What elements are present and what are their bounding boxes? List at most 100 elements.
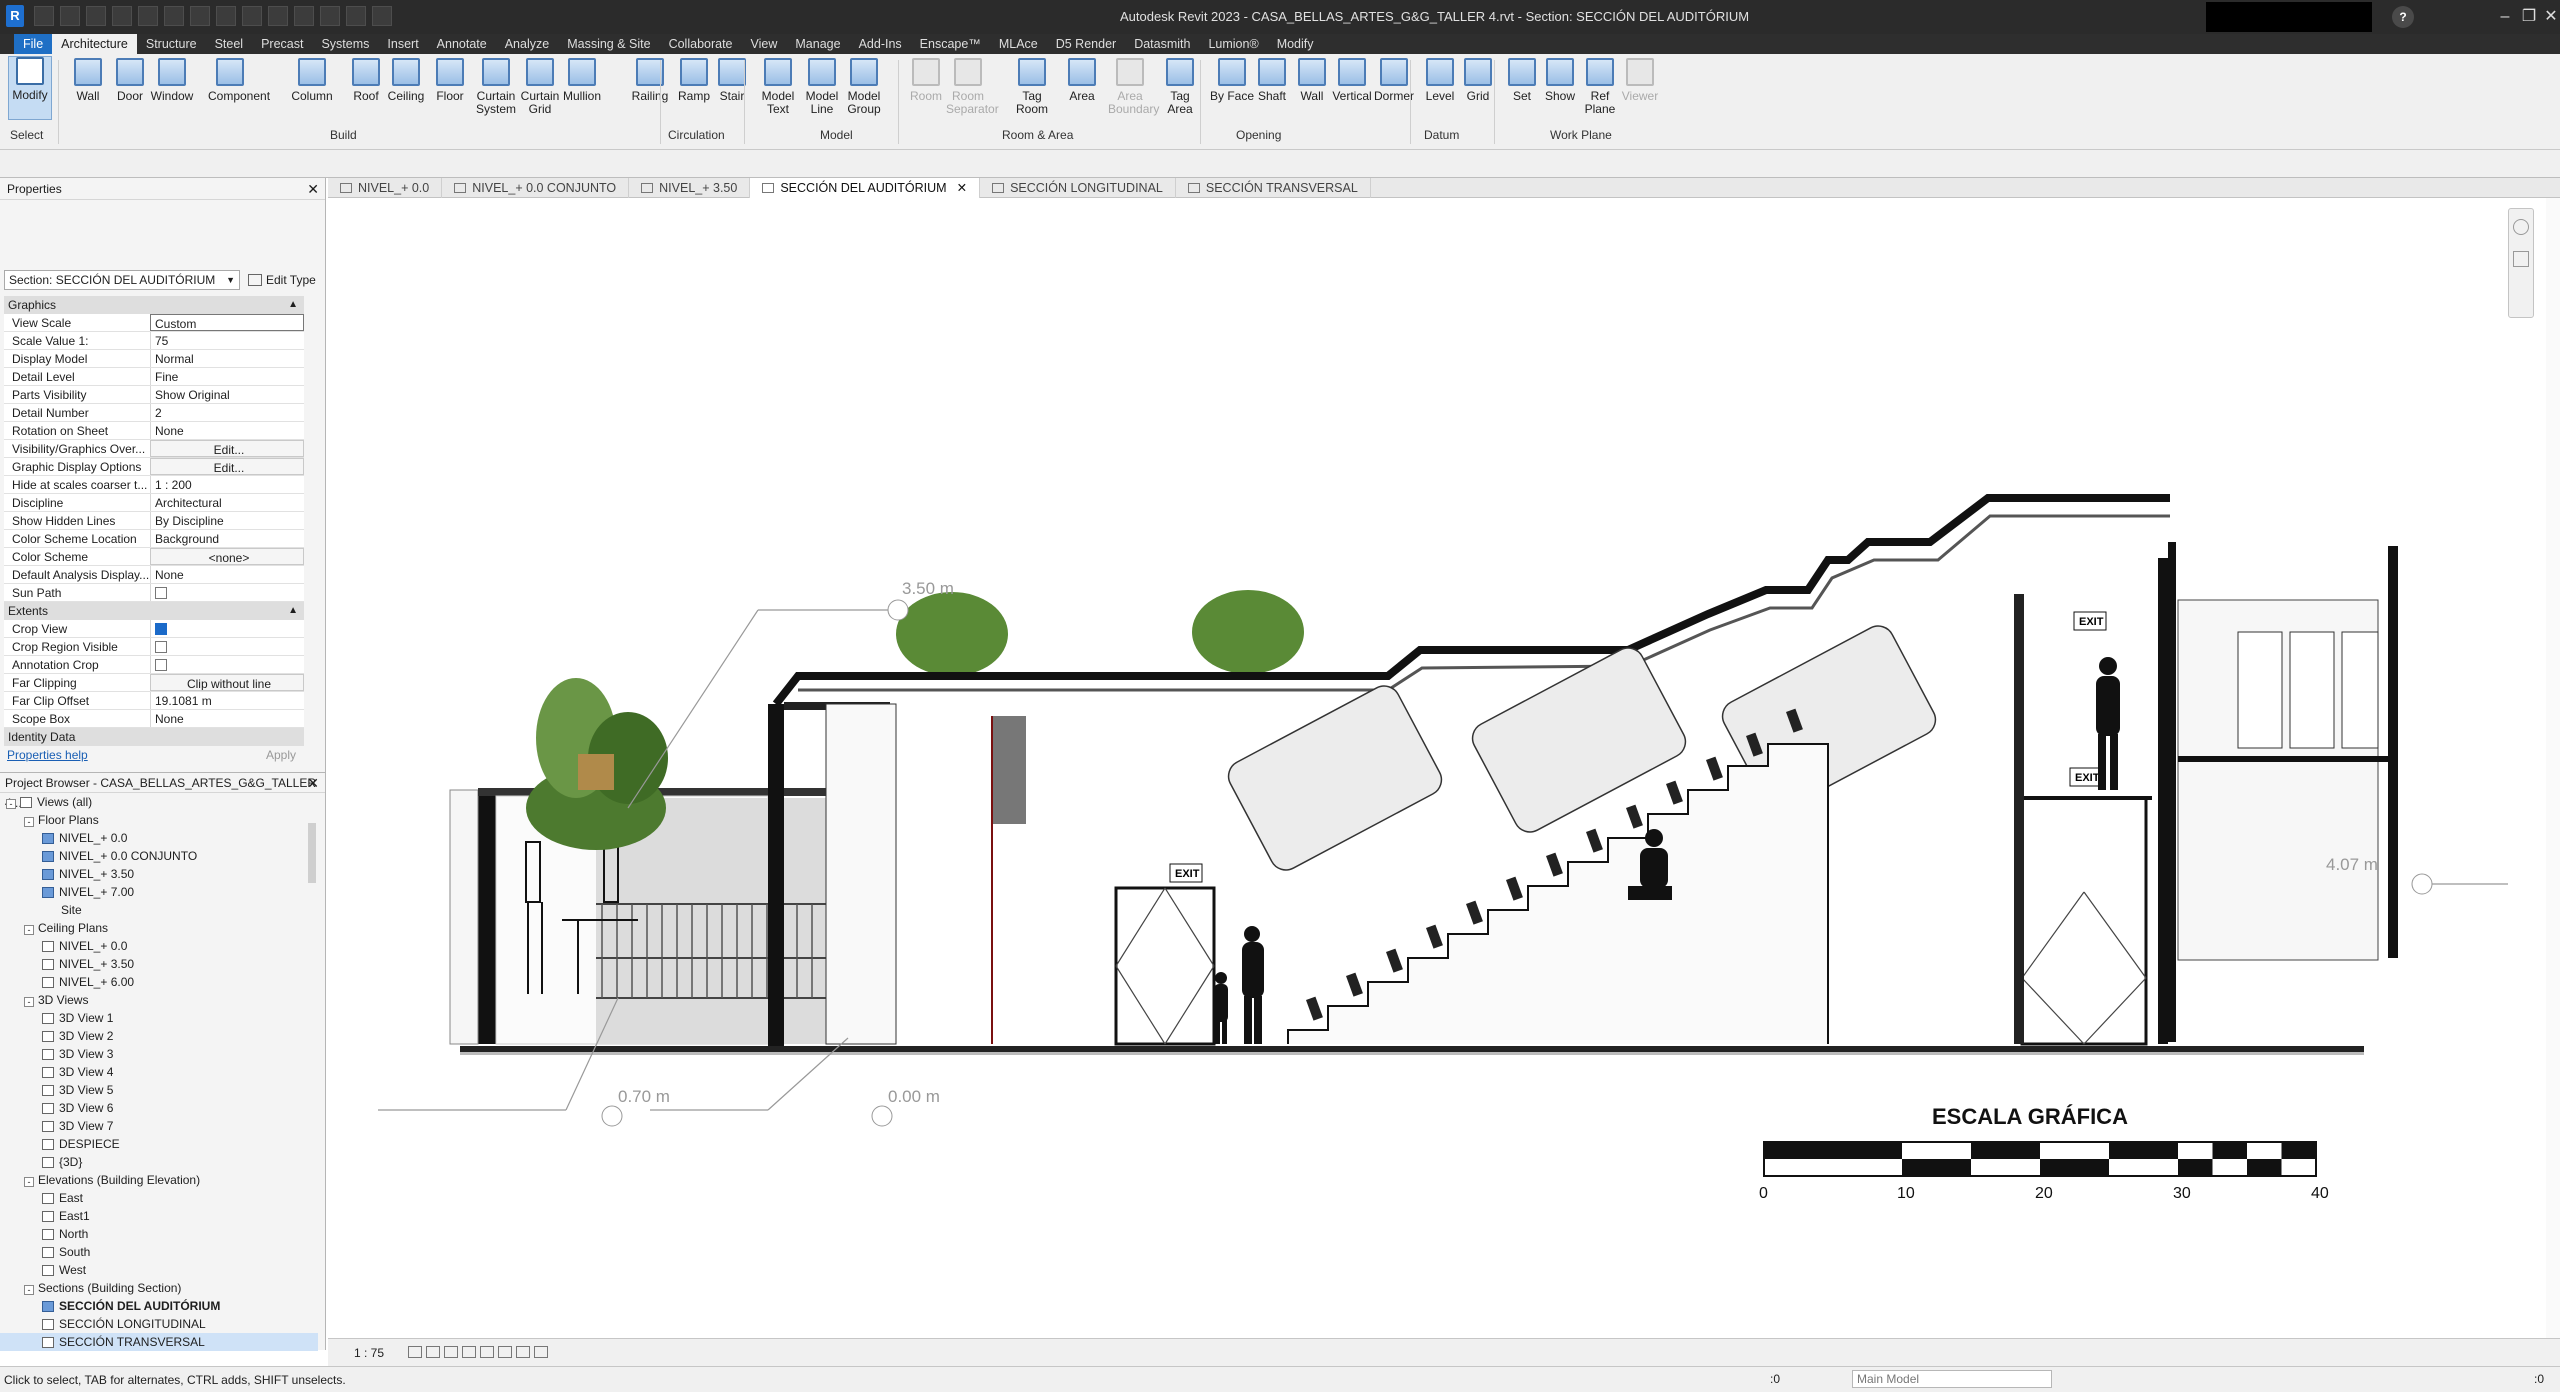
- close-icon[interactable]: ✕: [307, 773, 319, 793]
- browser-view-item[interactable]: 3D View 1: [0, 1009, 318, 1027]
- browser-view-item[interactable]: West: [0, 1261, 318, 1279]
- property-value[interactable]: Edit...: [150, 458, 304, 475]
- property-group-extents[interactable]: Extents ▲: [4, 602, 304, 620]
- browser-view-item[interactable]: 3D View 2: [0, 1027, 318, 1045]
- close-icon[interactable]: ✕: [307, 178, 319, 200]
- sync-icon[interactable]: [86, 6, 106, 26]
- ribbon-tool-vertical[interactable]: Vertical: [1330, 58, 1374, 103]
- tab-architecture[interactable]: Architecture: [52, 34, 137, 54]
- zoom-icon[interactable]: [2513, 251, 2529, 267]
- browser-group[interactable]: - Sections (Building Section): [0, 1279, 318, 1297]
- tab-steel[interactable]: Steel: [206, 34, 253, 54]
- browser-view-item[interactable]: NIVEL_+ 3.50: [0, 955, 318, 973]
- close-hidden-icon[interactable]: [372, 6, 392, 26]
- browser-view-item[interactable]: South: [0, 1243, 318, 1261]
- shadows-icon[interactable]: [462, 1346, 476, 1358]
- ribbon-tool-by-face[interactable]: By Face: [1210, 58, 1254, 103]
- tab-modify[interactable]: Modify: [1268, 34, 1323, 54]
- view-tab[interactable]: NIVEL_+ 0.0: [328, 178, 443, 198]
- tab-massing-site[interactable]: Massing & Site: [558, 34, 659, 54]
- active-model-field[interactable]: Main Model: [1852, 1370, 2052, 1388]
- open-icon[interactable]: [34, 6, 54, 26]
- type-selector[interactable]: Section: SECCIÓN DEL AUDITÓRIUM ▼: [4, 270, 240, 290]
- checkbox[interactable]: [155, 623, 167, 635]
- browser-group[interactable]: - Floor Plans: [0, 811, 318, 829]
- view-tab[interactable]: NIVEL_+ 3.50: [629, 178, 751, 198]
- collapse-icon[interactable]: -: [24, 997, 34, 1007]
- collapse-icon[interactable]: -: [6, 799, 16, 809]
- ribbon-tool-floor[interactable]: Floor: [428, 58, 472, 103]
- tab-annotate[interactable]: Annotate: [428, 34, 496, 54]
- view-scale[interactable]: 1 : 75: [354, 1346, 384, 1360]
- tab-view[interactable]: View: [742, 34, 787, 54]
- ribbon-tool-area-boundary[interactable]: Area Boundary: [1108, 58, 1159, 116]
- browser-view-item[interactable]: SECCIÓN DEL AUDITÓRIUM: [0, 1297, 318, 1315]
- property-value[interactable]: [150, 656, 304, 673]
- tab-analyze[interactable]: Analyze: [496, 34, 558, 54]
- tab-lumion[interactable]: Lumion®: [1199, 34, 1267, 54]
- ribbon-tool-curtain-system[interactable]: Curtain System: [474, 58, 518, 116]
- collapse-icon[interactable]: -: [24, 1177, 34, 1187]
- property-group-graphics[interactable]: Graphics ▲: [4, 296, 304, 314]
- browser-view-item[interactable]: 3D View 6: [0, 1099, 318, 1117]
- checkbox[interactable]: [155, 641, 167, 653]
- steering-wheel-icon[interactable]: [2513, 219, 2529, 235]
- view-tab[interactable]: SECCIÓN LONGITUDINAL: [980, 178, 1176, 198]
- ribbon-tool-column[interactable]: Column: [290, 58, 334, 103]
- browser-view-item[interactable]: SECCIÓN TRANSVERSAL: [0, 1333, 318, 1351]
- ribbon-tool-room-separator[interactable]: Room Separator: [946, 58, 999, 116]
- property-value[interactable]: None: [150, 422, 304, 439]
- ribbon-tool-mullion[interactable]: Mullion: [560, 58, 604, 103]
- ribbon-tool-shaft[interactable]: Shaft: [1250, 58, 1294, 103]
- ribbon-tool-model-text[interactable]: Model Text: [756, 58, 800, 116]
- text-icon[interactable]: [268, 6, 288, 26]
- tab-mlace[interactable]: MLAce: [990, 34, 1047, 54]
- ribbon-tool-area[interactable]: Area: [1060, 58, 1104, 103]
- help-icon[interactable]: ?: [2392, 6, 2414, 28]
- checkbox[interactable]: [155, 659, 167, 671]
- tab-manage[interactable]: Manage: [786, 34, 849, 54]
- property-value[interactable]: 75: [150, 332, 304, 349]
- ribbon-tool-railing[interactable]: Railing: [628, 58, 672, 103]
- property-value[interactable]: Architectural: [150, 494, 304, 511]
- panel-label-room-area[interactable]: Room & Area: [1002, 128, 1073, 142]
- collapse-icon[interactable]: -: [24, 1285, 34, 1295]
- vertical-scrollbar[interactable]: [2546, 198, 2560, 1338]
- ribbon-tool-window[interactable]: Window: [150, 58, 194, 103]
- property-value[interactable]: <none>: [150, 548, 304, 565]
- browser-view-item[interactable]: NIVEL_+ 0.0: [0, 829, 318, 847]
- ribbon-tool-wall[interactable]: Wall: [66, 58, 110, 103]
- revit-logo-icon[interactable]: R: [6, 5, 24, 27]
- browser-group[interactable]: - Views (all): [0, 793, 318, 811]
- browser-view-item[interactable]: 3D View 3: [0, 1045, 318, 1063]
- browser-view-item[interactable]: NIVEL_+ 6.00: [0, 973, 318, 991]
- property-value[interactable]: None: [150, 710, 304, 727]
- temporary-hide-icon[interactable]: [516, 1346, 530, 1358]
- property-value[interactable]: 2: [150, 404, 304, 421]
- browser-view-item[interactable]: 3D View 4: [0, 1063, 318, 1081]
- ribbon-tool-model-line[interactable]: Model Line: [800, 58, 844, 116]
- thin-lines-icon[interactable]: [346, 6, 366, 26]
- property-value[interactable]: Fine: [150, 368, 304, 385]
- browser-view-item[interactable]: 3D View 5: [0, 1081, 318, 1099]
- property-value[interactable]: Show Original: [150, 386, 304, 403]
- collapse-icon[interactable]: -: [24, 817, 34, 827]
- property-value[interactable]: 1 : 200: [150, 476, 304, 493]
- property-value[interactable]: 19.1081 m: [150, 692, 304, 709]
- undo-icon[interactable]: [112, 6, 132, 26]
- 3d-view-icon[interactable]: [294, 6, 314, 26]
- section-icon[interactable]: [320, 6, 340, 26]
- browser-view-item[interactable]: North: [0, 1225, 318, 1243]
- tag-icon[interactable]: [242, 6, 262, 26]
- apply-button[interactable]: Apply: [266, 744, 296, 766]
- properties-help-link[interactable]: Properties help: [7, 748, 88, 762]
- browser-view-item[interactable]: NIVEL_+ 7.00: [0, 883, 318, 901]
- minimize-icon[interactable]: –: [2494, 6, 2516, 28]
- tab-precast[interactable]: Precast: [252, 34, 312, 54]
- checkbox[interactable]: [155, 587, 167, 599]
- close-icon[interactable]: ✕: [2540, 6, 2560, 28]
- reveal-hidden-icon[interactable]: [534, 1346, 548, 1358]
- visual-style-icon[interactable]: [426, 1346, 440, 1358]
- ribbon-tool-roof[interactable]: Roof: [344, 58, 388, 103]
- property-value[interactable]: Background: [150, 530, 304, 547]
